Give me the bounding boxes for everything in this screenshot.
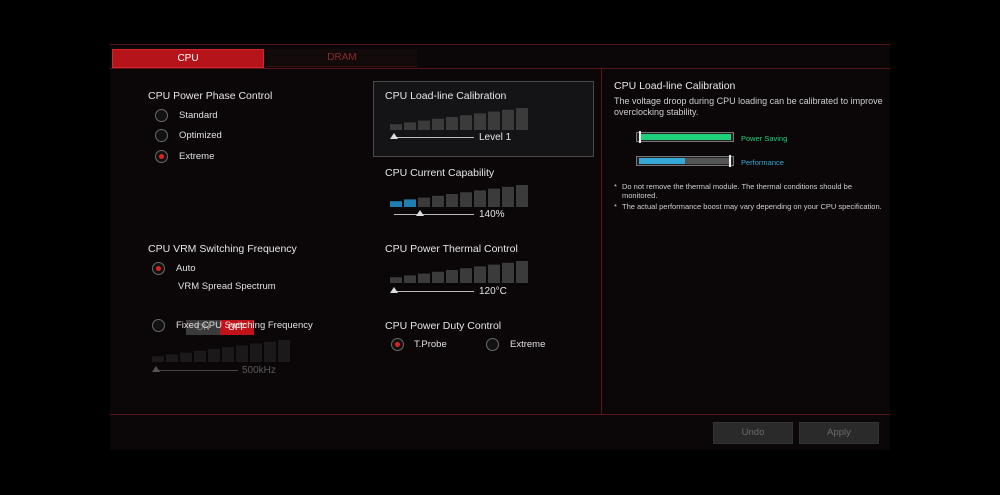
apply-button[interactable]: Apply (799, 422, 879, 444)
duty-control-title: CPU Power Duty Control (385, 320, 502, 332)
ramp-step (516, 261, 528, 283)
ramp-step (404, 199, 416, 207)
ramp-step (250, 343, 262, 362)
ramp-step (488, 188, 500, 207)
phase-control-title: CPU Power Phase Control (148, 90, 273, 102)
radio-vrm-auto-label: Auto (176, 263, 196, 274)
power-saving-fill (639, 134, 731, 140)
fixed-frequency-thumb[interactable] (152, 366, 160, 372)
ramp-step (278, 340, 290, 362)
radio-vrm-auto[interactable] (152, 262, 165, 275)
radio-duty-extreme-label: Extreme (510, 339, 546, 350)
ramp-step (418, 273, 430, 283)
note-2: The actual performance boost may vary de… (622, 202, 882, 211)
power-saving-label: Power Saving (741, 134, 788, 143)
ramp-step (446, 117, 458, 130)
current-capability-ramp (390, 185, 528, 207)
performance-label: Performance (741, 158, 784, 167)
radio-optimized-label: Optimized (179, 130, 222, 141)
radio-standard-label: Standard (179, 110, 218, 121)
ramp-step (502, 262, 514, 283)
current-capability-value: 140% (479, 209, 505, 220)
settings-window: CPU DRAM CPU Power Phase Control Standar… (110, 44, 890, 450)
ramp-step (446, 194, 458, 207)
power-saving-bar (636, 131, 734, 143)
ramp-step (166, 354, 178, 362)
ramp-step (390, 277, 402, 283)
radio-vrm-fixed[interactable] (152, 319, 165, 332)
thermal-control-title: CPU Power Thermal Control (385, 243, 518, 255)
radio-tprobe[interactable] (391, 338, 404, 351)
ramp-step (460, 192, 472, 207)
thermal-control-value: 120°C (479, 286, 507, 297)
ramp-step (432, 195, 444, 207)
ramp-step (404, 275, 416, 283)
thermal-control-ramp (390, 261, 528, 283)
ramp-step (180, 352, 192, 362)
ramp-step (516, 108, 528, 130)
thermal-control-track (394, 291, 474, 292)
column-divider (601, 69, 602, 414)
ramp-step (446, 270, 458, 283)
tab-cpu[interactable]: CPU (112, 49, 264, 68)
ramp-step (390, 124, 402, 130)
ramp-step (474, 113, 486, 130)
performance-marker (729, 155, 731, 167)
ramp-step (488, 264, 500, 283)
radio-duty-extreme[interactable] (486, 338, 499, 351)
vrm-frequency-title: CPU VRM Switching Frequency (148, 243, 297, 255)
thermal-control-thumb[interactable] (390, 287, 398, 293)
ramp-step (236, 345, 248, 362)
vrm-spread-label: VRM Spread Spectrum (178, 281, 276, 292)
fixed-frequency-value: 500kHz (242, 365, 276, 376)
radio-extreme-phase[interactable] (155, 150, 168, 163)
ramp-step (418, 120, 430, 130)
note-1: Do not remove the thermal module. The th… (622, 182, 852, 200)
llc-title: CPU Load-line Calibration (385, 90, 507, 102)
fixed-frequency-track (156, 370, 238, 371)
llc-slider-track (394, 137, 474, 138)
ramp-step (208, 349, 220, 362)
info-description: The voltage droop during CPU loading can… (614, 96, 883, 117)
llc-ramp (390, 108, 528, 130)
ramp-step (222, 347, 234, 362)
performance-fill (639, 158, 685, 164)
ramp-step (460, 268, 472, 283)
performance-bar (636, 155, 734, 167)
content-panel: CPU Power Phase Control Standard Optimiz… (110, 68, 890, 415)
ramp-step (502, 109, 514, 130)
ramp-step (474, 190, 486, 207)
radio-vrm-fixed-label: Fixed CPU Switching Frequency (176, 320, 313, 331)
tab-dram[interactable]: DRAM (267, 49, 417, 67)
ramp-step (502, 186, 514, 207)
ramp-step (418, 197, 430, 207)
radio-standard[interactable] (155, 109, 168, 122)
note-2-star: * (614, 202, 617, 211)
current-capability-thumb[interactable] (416, 210, 424, 216)
llc-slider-thumb[interactable] (390, 133, 398, 139)
ramp-step (474, 266, 486, 283)
undo-button[interactable]: Undo (713, 422, 793, 444)
ramp-step (194, 350, 206, 362)
current-capability-title: CPU Current Capability (385, 167, 495, 179)
ramp-step (404, 122, 416, 130)
ramp-step (488, 111, 500, 130)
current-capability-track (394, 214, 474, 215)
llc-value: Level 1 (479, 132, 512, 143)
ramp-step (432, 271, 444, 283)
radio-tprobe-label: T.Probe (414, 339, 447, 350)
ramp-step (264, 341, 276, 362)
info-title: CPU Load-line Calibration (614, 80, 736, 92)
note-1-star: * (614, 182, 617, 191)
ramp-step (390, 201, 402, 207)
ramp-step (152, 356, 164, 362)
ramp-step (516, 185, 528, 207)
ramp-step (460, 115, 472, 130)
ramp-step (432, 118, 444, 130)
power-saving-marker (639, 131, 641, 143)
performance-remaining (685, 158, 729, 164)
radio-optimized[interactable] (155, 129, 168, 142)
radio-extreme-phase-label: Extreme (179, 151, 215, 162)
fixed-frequency-ramp (152, 340, 290, 362)
